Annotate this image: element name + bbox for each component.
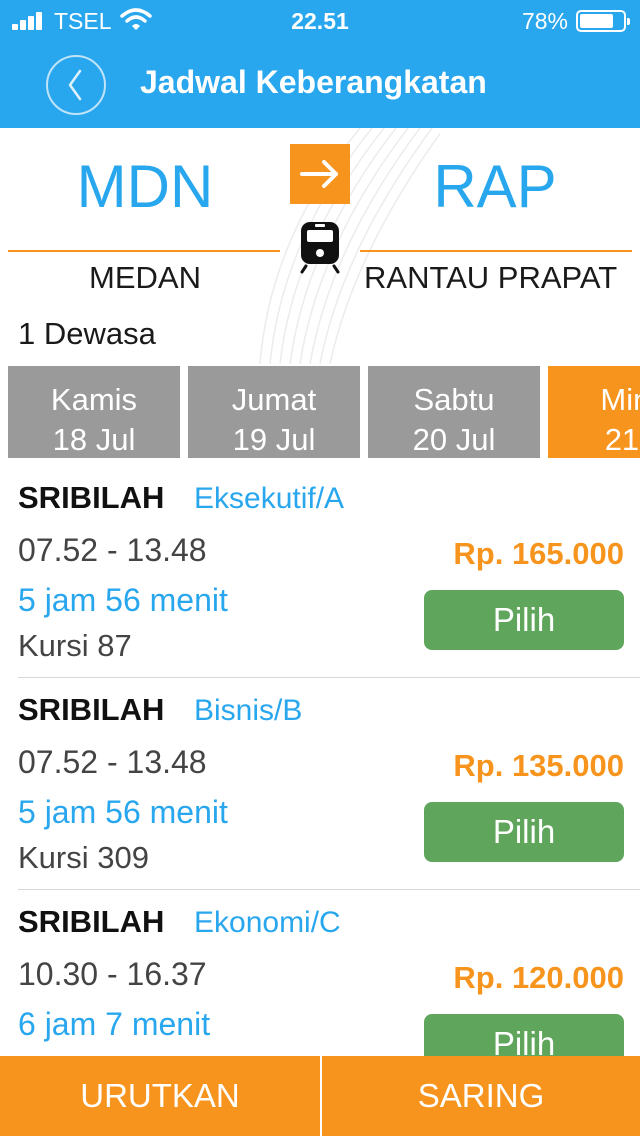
- destination-code: RAP: [433, 153, 557, 220]
- page-title: Jadwal Keberangkatan: [140, 64, 487, 100]
- destination-divider: [360, 250, 632, 252]
- battery-percentage: 78%: [521, 8, 568, 34]
- date-tab-jumat[interactable]: Jumat 19 Jul: [188, 366, 360, 458]
- date-tab-kamis[interactable]: Kamis 18 Jul: [8, 366, 180, 458]
- sort-button[interactable]: URUTKAN: [0, 1056, 320, 1136]
- status-bar: TSEL 22.51 78%: [0, 0, 640, 40]
- departure-arrival-time: 07.52 - 13.48: [18, 532, 207, 568]
- seat-availability: Kursi 87: [18, 628, 132, 663]
- date-tab-day: Ming: [600, 382, 640, 417]
- back-button[interactable]: [46, 55, 106, 115]
- train-result-card: SRIBILAH Ekonomi/C 10.30 - 16.37 6 jam 7…: [0, 890, 640, 1056]
- train-name: SRIBILAH: [18, 692, 165, 727]
- date-tab-day: Jumat: [231, 382, 317, 417]
- date-tab-minggu[interactable]: Ming 21 J: [548, 366, 640, 458]
- date-tab-date: 21 J: [604, 422, 640, 457]
- seat-availability: Kursi 309: [18, 840, 149, 875]
- route-summary: MDN RAP MEDAN RANTAU PRAPAT 1 Dewasa: [0, 128, 640, 364]
- trip-duration: 6 jam 7 menit: [18, 1006, 211, 1042]
- chevron-left-icon: [68, 69, 82, 101]
- date-tabs: Kamis 18 Jul Jumat 19 Jul Sabtu 20 Jul M…: [0, 366, 640, 458]
- filter-button[interactable]: SARING: [322, 1056, 640, 1136]
- departure-arrival-time: 07.52 - 13.48: [18, 744, 207, 780]
- train-result-card: SRIBILAH Eksekutif/A 07.52 - 13.48 5 jam…: [0, 466, 640, 678]
- train-class: Ekonomi/C: [194, 906, 341, 939]
- passenger-count: 1 Dewasa: [18, 316, 156, 351]
- destination-city: RANTAU PRAPAT: [364, 260, 618, 295]
- select-train-button[interactable]: Pilih: [424, 802, 624, 862]
- swap-route-button[interactable]: [290, 144, 350, 204]
- train-class: Bisnis/B: [194, 694, 303, 727]
- ticket-price: Rp. 135.000: [453, 748, 624, 783]
- date-tab-day: Kamis: [50, 382, 138, 417]
- train-name: SRIBILAH: [18, 480, 165, 515]
- train-name: SRIBILAH: [18, 904, 165, 939]
- select-train-button[interactable]: Pilih: [424, 590, 624, 650]
- arrow-right-icon: [300, 160, 338, 188]
- app-header: TSEL 22.51 78% Jadwal Keberangkatan: [0, 0, 640, 128]
- ticket-price: Rp. 120.000: [453, 960, 624, 995]
- date-tab-day: Sabtu: [413, 382, 495, 417]
- date-tab-date: 18 Jul: [52, 422, 136, 457]
- bottom-action-bar: URUTKAN SARING: [0, 1056, 640, 1136]
- train-icon: [300, 222, 340, 274]
- date-tab-date: 20 Jul: [412, 422, 496, 457]
- departure-arrival-time: 10.30 - 16.37: [18, 956, 207, 992]
- train-result-card: SRIBILAH Bisnis/B 07.52 - 13.48 5 jam 56…: [0, 678, 640, 890]
- train-results-list: SRIBILAH Eksekutif/A 07.52 - 13.48 5 jam…: [0, 466, 640, 1056]
- date-tab-sabtu[interactable]: Sabtu 20 Jul: [368, 366, 540, 458]
- origin-code: MDN: [76, 153, 214, 220]
- trip-duration: 5 jam 56 menit: [18, 794, 228, 830]
- trip-duration: 5 jam 56 menit: [18, 582, 228, 618]
- date-tab-date: 19 Jul: [232, 422, 316, 457]
- select-train-button[interactable]: Pilih: [424, 1014, 624, 1056]
- origin-divider: [8, 250, 280, 252]
- battery-icon: [576, 10, 630, 32]
- train-class: Eksekutif/A: [194, 482, 345, 515]
- origin-city: MEDAN: [89, 260, 201, 295]
- ticket-price: Rp. 165.000: [453, 536, 624, 571]
